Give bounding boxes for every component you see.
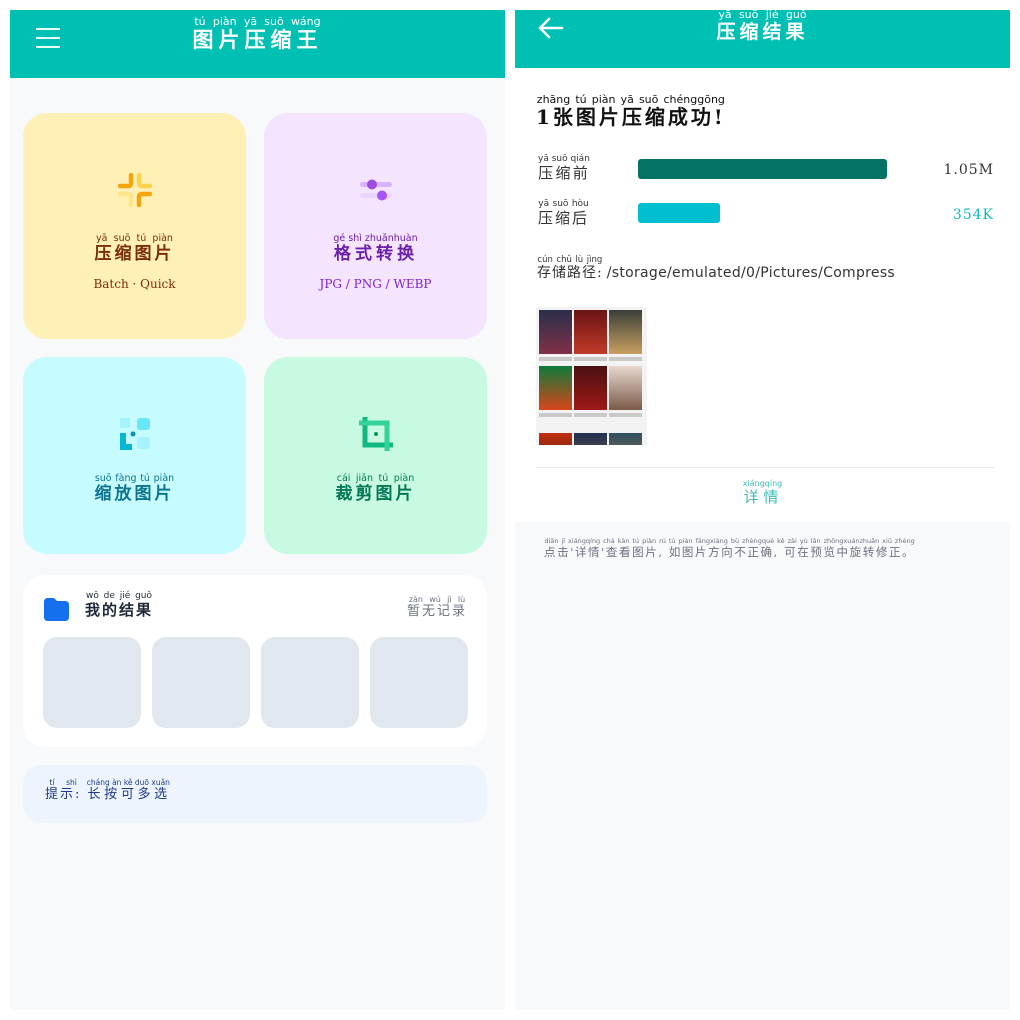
detail-button[interactable]: 详情xiángqíng	[515, 479, 1010, 507]
result-thumbnail-placeholder[interactable]	[43, 637, 141, 728]
scale-card[interactable]: 缩放图片suō fàng tú piàn	[23, 357, 246, 554]
before-size-bar	[638, 159, 887, 179]
scale-label: 缩放图片suō fàng tú piàn	[94, 473, 175, 504]
crop-icon	[358, 417, 393, 451]
resize-icon	[119, 418, 150, 450]
storage-path: 存储路径:cún chǔ lù jìng/storage/emulated/0/…	[537, 255, 896, 281]
image-preview[interactable]	[536, 307, 647, 445]
results-empty-status: 暂无记录zàn wú jì lù	[406, 595, 467, 619]
storage-path-value: /storage/emulated/0/Pictures/Compress	[606, 265, 896, 281]
crop-label: 裁剪图片cái jiǎn tú piàn	[335, 473, 416, 504]
compress-sub: Batch · Quick	[93, 277, 176, 291]
result-header: 压缩结果yā suō jié guǒ	[515, 10, 1010, 68]
format-label: 格式转换gé shì zhuǎnhuàn	[333, 233, 418, 264]
format-sub: JPG / PNG / WEBP	[319, 277, 432, 291]
compress-icon	[117, 173, 152, 207]
app-header: 图片压缩王tú piàn yā suō wáng	[10, 10, 505, 78]
success-message: 1张图片压缩成功!zhāng tú piàn yā suō chénggōng	[536, 93, 726, 129]
app-title: 图片压缩王tú piàn yā suō wáng	[192, 15, 323, 52]
result-thumbnail-placeholder[interactable]	[370, 637, 468, 728]
format-card[interactable]: 格式转换gé shì zhuǎnhuàn JPG / PNG / WEBP	[264, 113, 487, 339]
after-label: 压缩后yā suō hòu	[538, 199, 590, 227]
result-thumbnail-placeholder[interactable]	[152, 637, 250, 728]
before-size-value: 1.05M	[943, 162, 994, 178]
folder-icon[interactable]	[44, 598, 69, 621]
result-thumbnail-placeholder[interactable]	[261, 637, 359, 728]
rotation-note: 点击'详情'查看图片, 如图片方向不正确, 可在预览中旋转修正。diǎn jī …	[544, 537, 916, 559]
compress-card[interactable]: 压缩图片yā suō tú piàn Batch · Quick	[23, 113, 246, 339]
compress-label: 压缩图片yā suō tú piàn	[94, 233, 175, 264]
result-title: 压缩结果yā suō jié guǒ	[716, 10, 809, 43]
tip-box: 提示:tí shì 长按可多选cháng àn kě duō xuǎn	[23, 765, 487, 823]
convert-icon	[359, 179, 392, 201]
tip-text: 提示:tí shì 长按可多选cháng àn kě duō xuǎn	[45, 778, 170, 802]
home-screen: 图片压缩王tú piàn yā suō wáng 压缩图片yā suō tú p…	[10, 10, 505, 1010]
results-title: 我的结果wǒ de jié guǒ	[85, 591, 154, 619]
crop-card[interactable]: 裁剪图片cái jiǎn tú piàn	[264, 357, 487, 554]
divider	[536, 467, 994, 468]
before-label: 压缩前yā suō qián	[538, 154, 590, 182]
result-body: 1张图片压缩成功!zhāng tú piàn yā suō chénggōng …	[515, 68, 1010, 522]
result-screen: 压缩结果yā suō jié guǒ 1张图片压缩成功!zhāng tú pià…	[515, 10, 1010, 1010]
after-size-value: 354K	[952, 207, 994, 223]
my-results-panel: 我的结果wǒ de jié guǒ 暂无记录zàn wú jì lù	[23, 575, 487, 747]
after-size-bar	[638, 203, 720, 223]
